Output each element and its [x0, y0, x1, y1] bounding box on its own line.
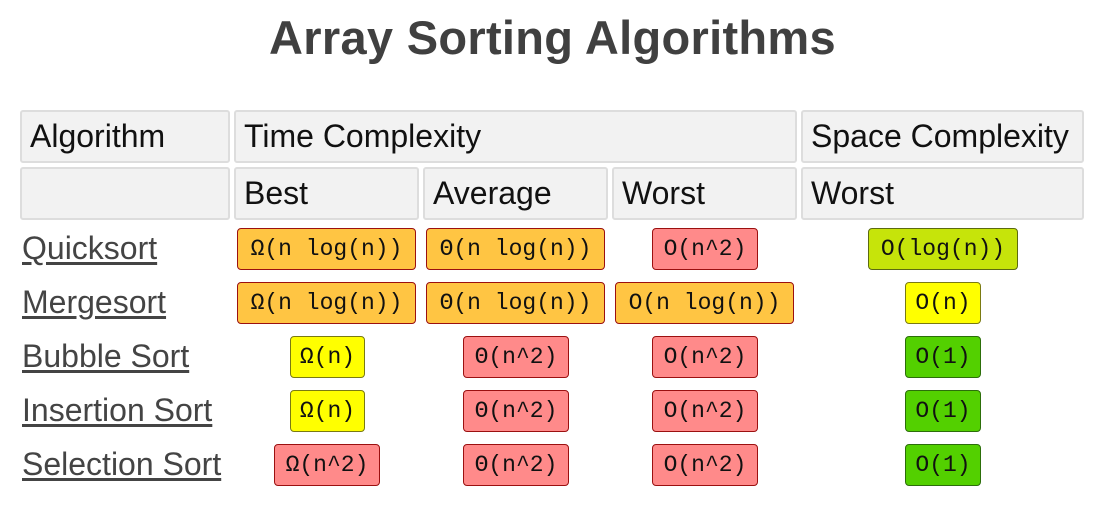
complexity-badge-worst: O(n^2)	[652, 444, 758, 486]
complexity-badge-average: Θ(n^2)	[463, 336, 569, 378]
header-space-worst: Worst	[801, 167, 1084, 220]
algorithm-link-quicksort[interactable]: Quicksort	[22, 230, 157, 266]
header-time-complexity-label: Time Complexity	[244, 118, 482, 154]
header-space-worst-label: Worst	[811, 175, 894, 211]
header-empty	[20, 167, 230, 220]
header-space-complexity-label: Space Complexity	[811, 118, 1069, 154]
complexity-badge-average: Θ(n^2)	[463, 390, 569, 432]
complexity-badge-best: Ω(n)	[290, 390, 365, 432]
header-worst-label: Worst	[622, 175, 705, 211]
header-worst: Worst	[612, 167, 797, 220]
complexity-badge-space: O(1)	[905, 390, 981, 432]
header-algorithm: Algorithm	[20, 110, 230, 163]
header-best-label: Best	[244, 175, 309, 211]
complexity-badge-best: Ω(n^2)	[274, 444, 380, 486]
complexity-badge-worst: O(n log(n))	[615, 282, 794, 324]
algorithm-link-insertion-sort[interactable]: Insertion Sort	[22, 392, 212, 428]
complexity-badge-best: Ω(n log(n))	[237, 282, 416, 324]
complexity-badge-best: Ω(n log(n))	[237, 228, 416, 270]
header-average-label: Average	[433, 175, 552, 211]
complexity-badge-space: O(1)	[905, 336, 981, 378]
complexity-badge-space: O(1)	[905, 444, 981, 486]
complexity-badge-worst: O(n^2)	[652, 228, 758, 270]
header-algorithm-label: Algorithm	[30, 118, 166, 154]
complexity-badge-space: O(n)	[905, 282, 981, 324]
algorithm-link-selection-sort[interactable]: Selection Sort	[22, 446, 221, 482]
complexity-badge-space: O(log(n))	[868, 228, 1018, 270]
complexity-badge-average: Θ(n log(n))	[426, 228, 605, 270]
complexity-badge-average: Θ(n^2)	[463, 444, 569, 486]
complexity-badge-average: Θ(n log(n))	[426, 282, 605, 324]
header-time-complexity: Time Complexity	[234, 110, 797, 163]
header-average: Average	[423, 167, 608, 220]
complexity-badge-worst: O(n^2)	[652, 336, 758, 378]
header-best: Best	[234, 167, 419, 220]
complexity-badge-worst: O(n^2)	[652, 390, 758, 432]
complexity-badge-best: Ω(n)	[290, 336, 365, 378]
algorithm-link-bubble-sort[interactable]: Bubble Sort	[22, 338, 189, 374]
page-title: Array Sorting Algorithms	[269, 11, 836, 64]
header-space-complexity: Space Complexity	[801, 110, 1084, 163]
algorithm-link-mergesort[interactable]: Mergesort	[22, 284, 166, 320]
